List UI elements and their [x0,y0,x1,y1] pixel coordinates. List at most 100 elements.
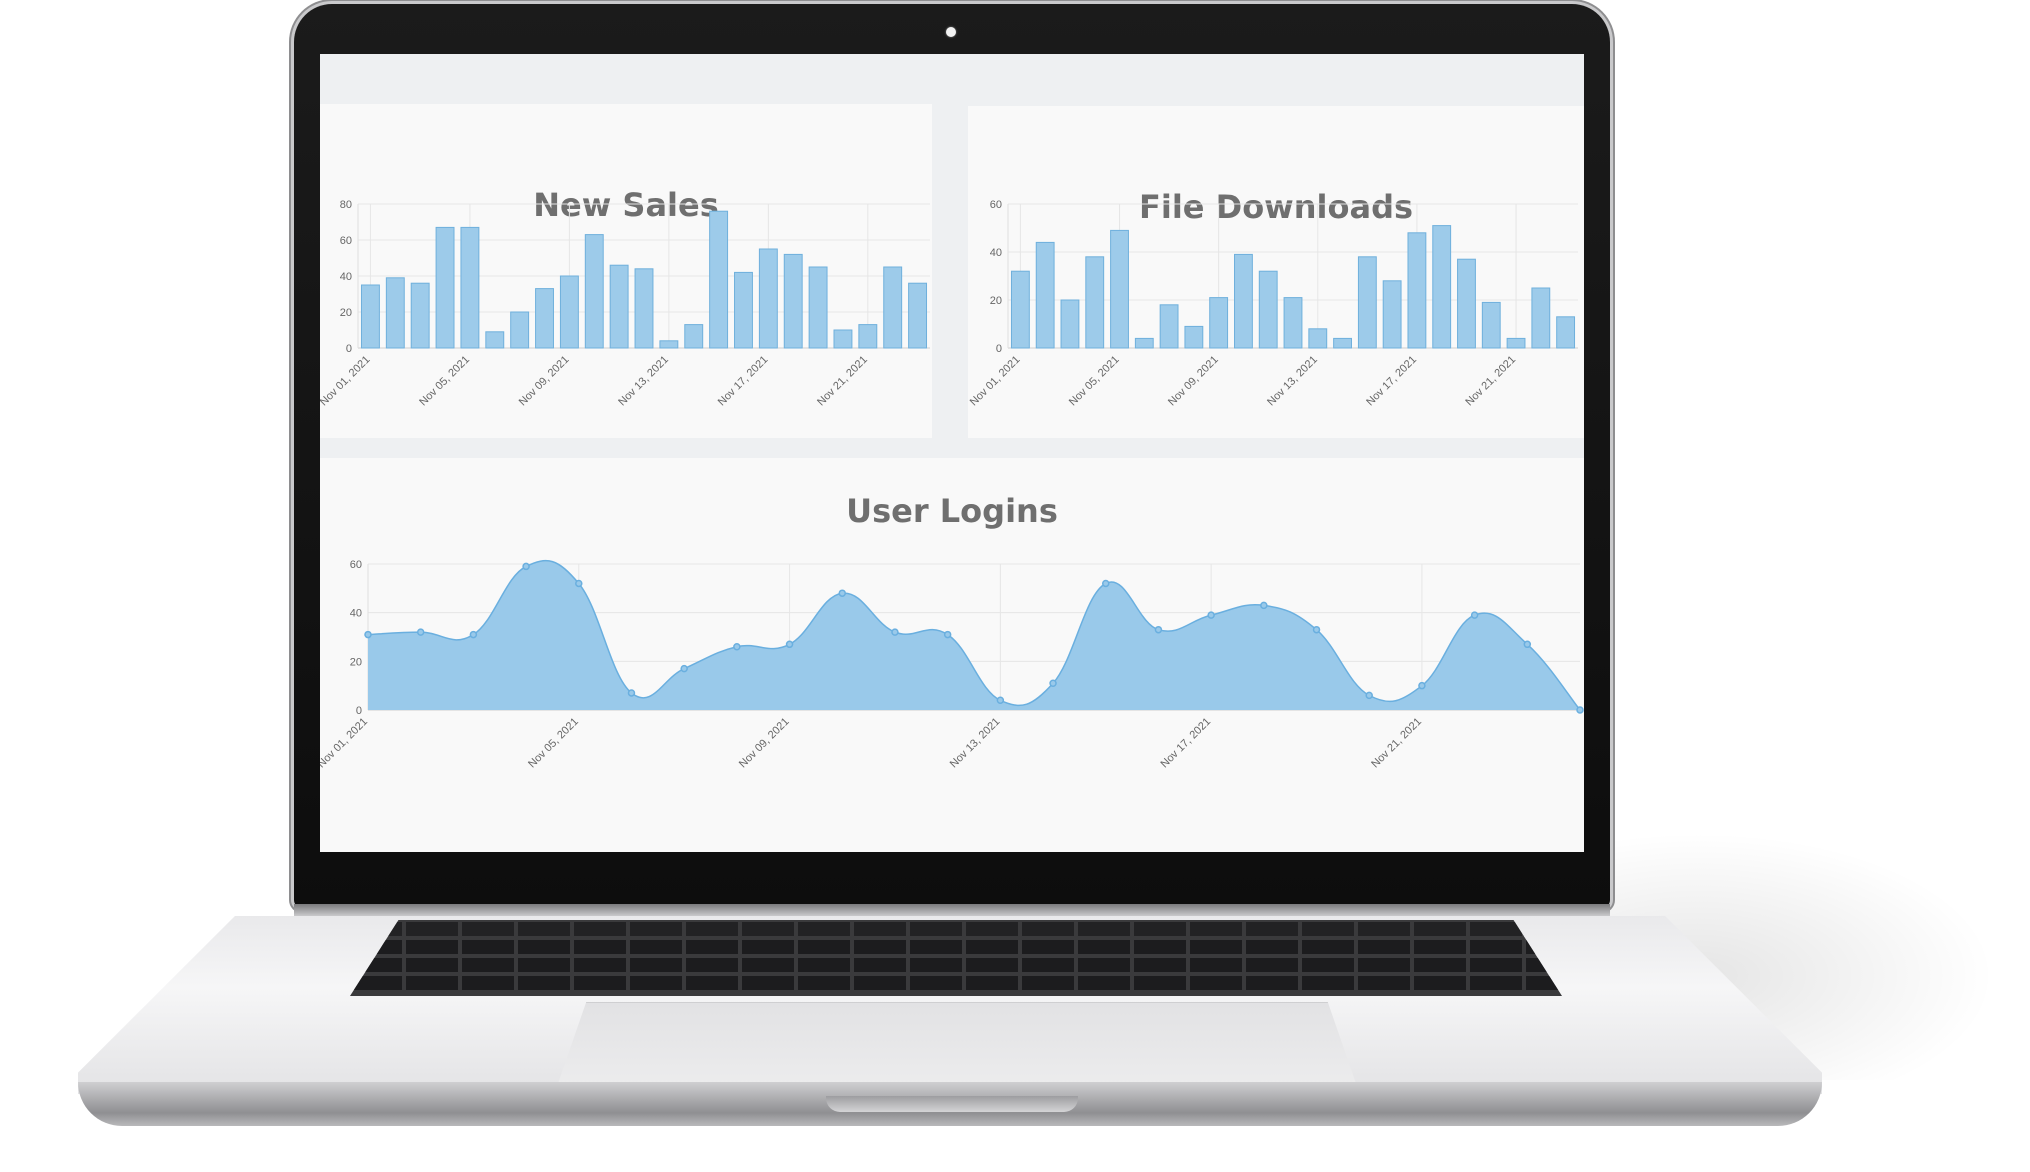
user-logins-point [364,630,372,639]
user-logins-point [1470,611,1479,619]
laptop-lid: New Sales 0 20 40 60 80 Nov 01, 2021 Nov 05, 2… [294,4,1610,908]
file-downloads-x-tick-label: Nov 09, 2021 [1166,354,1221,409]
user-logins-point [1523,640,1532,649]
new-sales-bar [858,324,878,349]
file-downloads-bar [1134,337,1154,349]
new-sales-bar [460,226,480,349]
user-logins-y-tick-label: 60 [350,559,362,571]
user-logins-area [368,560,1580,710]
user-logins-point [522,562,530,571]
new-sales-bar [734,271,753,349]
user-logins-point [469,630,478,639]
file-downloads-x-tick-label: Nov 05, 2021 [1067,354,1122,409]
new-sales-bar [783,253,803,349]
new-sales-bar [410,282,430,349]
user-logins-point [1260,601,1268,610]
new-sales-bar [758,248,778,349]
file-downloads-bar [1432,225,1452,349]
new-sales-chart: 0 20 40 60 80 Nov 01, 2021 Nov 05, 2021 Nov 09,… [320,199,930,409]
file-downloads-bar [1209,297,1229,349]
new-sales-y-tick-label: 20 [340,307,352,319]
new-sales-bar [883,266,903,349]
key-row [350,976,1562,990]
user-logins-point [680,664,688,673]
new-sales-x-tick-label: Nov 05, 2021 [417,354,472,409]
new-sales-bar [684,324,704,349]
new-sales-bar [435,226,455,349]
user-logins-y-tick-label: 20 [350,656,362,668]
user-logins-point [943,630,952,639]
file-downloads-panel: File Downloads 0 20 40 60 Nov 01, 2021 Nov 05… [968,106,1584,438]
user-logins-point [575,579,583,588]
file-downloads-x-tick-label: Nov 13, 2021 [1265,354,1320,409]
new-sales-bar [634,268,654,349]
file-downloads-x-tick-label: Nov 17, 2021 [1364,354,1419,409]
file-downloads-bar [1556,316,1576,349]
user-logins-point [891,628,899,636]
key-row [350,940,1562,954]
key-row [350,922,1562,936]
key-row [350,958,1562,972]
new-sales-bar [808,266,828,349]
file-downloads-bar [1110,229,1129,349]
new-sales-bar [584,234,604,349]
new-sales-bar [510,311,530,349]
file-downloads-bar [1010,270,1030,349]
user-logins-point [733,642,741,651]
new-sales-x-tick-label: Nov 13, 2021 [616,354,671,409]
new-sales-x-tick-label: Nov 17, 2021 [716,354,771,409]
file-downloads-y-tick-label: 20 [990,295,1002,307]
user-logins-point [627,689,636,697]
file-downloads-y-tick-label: 40 [990,247,1002,259]
new-sales-bar [535,288,554,349]
file-downloads-bar [1085,256,1105,349]
file-downloads-bar [1407,232,1427,349]
new-sales-y-tick-label: 40 [340,271,352,283]
file-downloads-bar [1506,337,1526,349]
file-downloads-bar [1308,328,1328,349]
new-sales-bar [609,264,629,349]
file-downloads-bar [1184,325,1204,349]
user-logins-x-tick-label: Nov 21, 2021 [1369,716,1424,771]
user-logins-x-tick-label: Nov 09, 2021 [737,716,792,771]
new-sales-x-tick-label: Nov 09, 2021 [517,354,572,409]
new-sales-bar [385,277,405,349]
lid-notch [826,1096,1078,1112]
keyboard [350,920,1562,996]
user-logins-point [1365,691,1373,700]
user-logins-point [1576,706,1584,714]
file-downloads-bar [1258,270,1278,349]
new-sales-bar [485,331,505,349]
file-downloads-bar [1457,258,1476,349]
new-sales-bar [559,275,579,349]
new-sales-bar [709,210,729,349]
user-logins-point [1207,611,1215,619]
new-sales-bar [908,282,928,349]
new-sales-y-tick-label: 0 [346,343,352,355]
new-sales-x-tick-label: Nov 01, 2021 [320,354,373,409]
laptop-screen: New Sales 0 20 40 60 80 Nov 01, 2021 Nov 05, 2… [320,54,1584,852]
user-logins-point [416,628,425,636]
user-logins-point [838,589,847,597]
new-sales-panel: New Sales 0 20 40 60 80 Nov 01, 2021 Nov 05, 2… [320,104,932,438]
user-logins-point [1154,625,1163,634]
user-logins-x-tick-label: Nov 13, 2021 [948,716,1003,771]
new-sales-x-tick-label: Nov 21, 2021 [815,354,870,409]
file-downloads-x-tick-label: Nov 21, 2021 [1463,354,1518,409]
user-logins-point [1418,681,1426,690]
file-downloads-bar [1234,253,1253,349]
file-downloads-bar [1333,337,1352,349]
user-logins-point [1049,679,1057,687]
file-downloads-bar [1357,256,1377,349]
new-sales-y-tick-label: 80 [340,199,352,211]
user-logins-point [996,696,1005,705]
file-downloads-y-tick-label: 60 [990,199,1002,211]
file-downloads-y-tick-label: 0 [996,343,1002,355]
file-downloads-x-tick-label: Nov 01, 2021 [968,354,1023,409]
file-downloads-bar [1382,280,1402,349]
file-downloads-bar [1159,304,1179,349]
new-sales-bar [659,340,679,349]
new-sales-y-tick-label: 60 [340,235,352,247]
user-logins-x-tick-label: Nov 01, 2021 [320,716,370,771]
user-logins-x-tick-label: Nov 05, 2021 [526,716,581,771]
